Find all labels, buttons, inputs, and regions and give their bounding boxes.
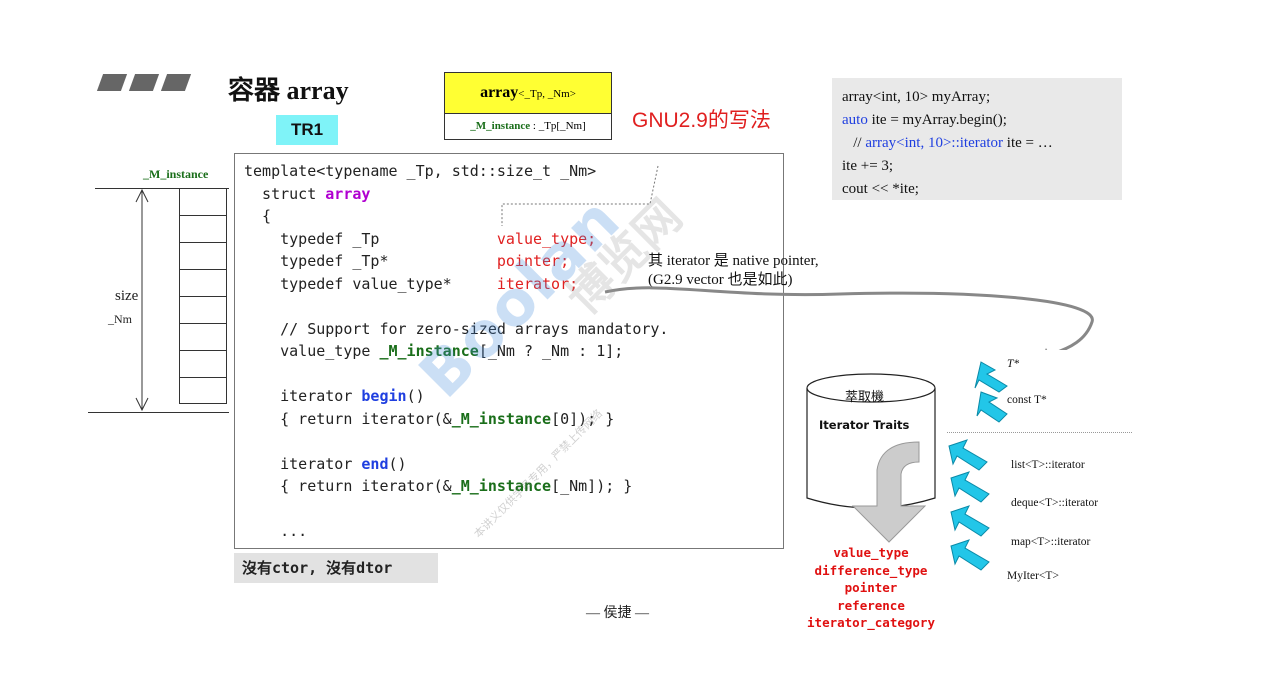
traits-outputs: value_type difference_type pointer refer… bbox=[807, 545, 935, 630]
title-decoration bbox=[96, 74, 200, 94]
array-member-name: _M_instance bbox=[470, 120, 531, 132]
example-line: array<int, 10> myArray; bbox=[842, 89, 991, 105]
no-ctor-note: 沒有ctor, 沒有dtor bbox=[234, 553, 438, 583]
cylinder-label: Iterator Traits bbox=[819, 418, 910, 432]
author-credit: — 侯捷 — bbox=[586, 606, 649, 621]
input-const-pointer: const T* bbox=[1007, 394, 1047, 406]
array-struct-box: array<_Tp, _Nm> _M_instance : _Tp[_Nm] bbox=[444, 72, 612, 140]
example-line: // array<int, 10>::iterator ite = … bbox=[842, 135, 1053, 151]
bottom-boundary-line bbox=[88, 412, 229, 413]
array-struct-params: <_Tp, _Nm> bbox=[518, 88, 576, 100]
memory-cells bbox=[179, 188, 227, 404]
input-list-iterator: list<T>::iterator bbox=[1011, 459, 1085, 471]
page-title: 容器 array bbox=[228, 76, 349, 105]
array-member-type: : _Tp[_Nm] bbox=[532, 120, 586, 132]
nm-label: _Nm bbox=[108, 312, 132, 326]
input-myiter: MyIter<T> bbox=[1007, 570, 1059, 582]
instance-label: _M_instance bbox=[143, 167, 209, 181]
cylinder-top-label: 萃取機 bbox=[845, 389, 885, 404]
array-struct-name: array bbox=[480, 84, 519, 101]
size-label: size bbox=[115, 288, 139, 304]
gnu-note: GNU2.9的写法 bbox=[632, 109, 771, 132]
divider bbox=[947, 432, 1132, 433]
example-line: ite += 3; bbox=[842, 158, 894, 174]
iterator-traits-figure: 萃取機 Iterator Traits T* const T* list<T>:… bbox=[791, 350, 1134, 640]
usage-example: array<int, 10> myArray; auto ite = myArr… bbox=[832, 78, 1122, 200]
example-line: auto ite = myArray.begin(); bbox=[842, 112, 1007, 128]
input-map-iterator: map<T>::iterator bbox=[1011, 536, 1091, 548]
auto-keyword: auto bbox=[842, 112, 868, 128]
example-line: cout << *ite; bbox=[842, 181, 919, 197]
input-deque-iterator: deque<T>::iterator bbox=[1011, 497, 1099, 509]
tr1-badge: TR1 bbox=[276, 115, 338, 145]
input-raw-pointer: T* bbox=[1007, 358, 1020, 370]
